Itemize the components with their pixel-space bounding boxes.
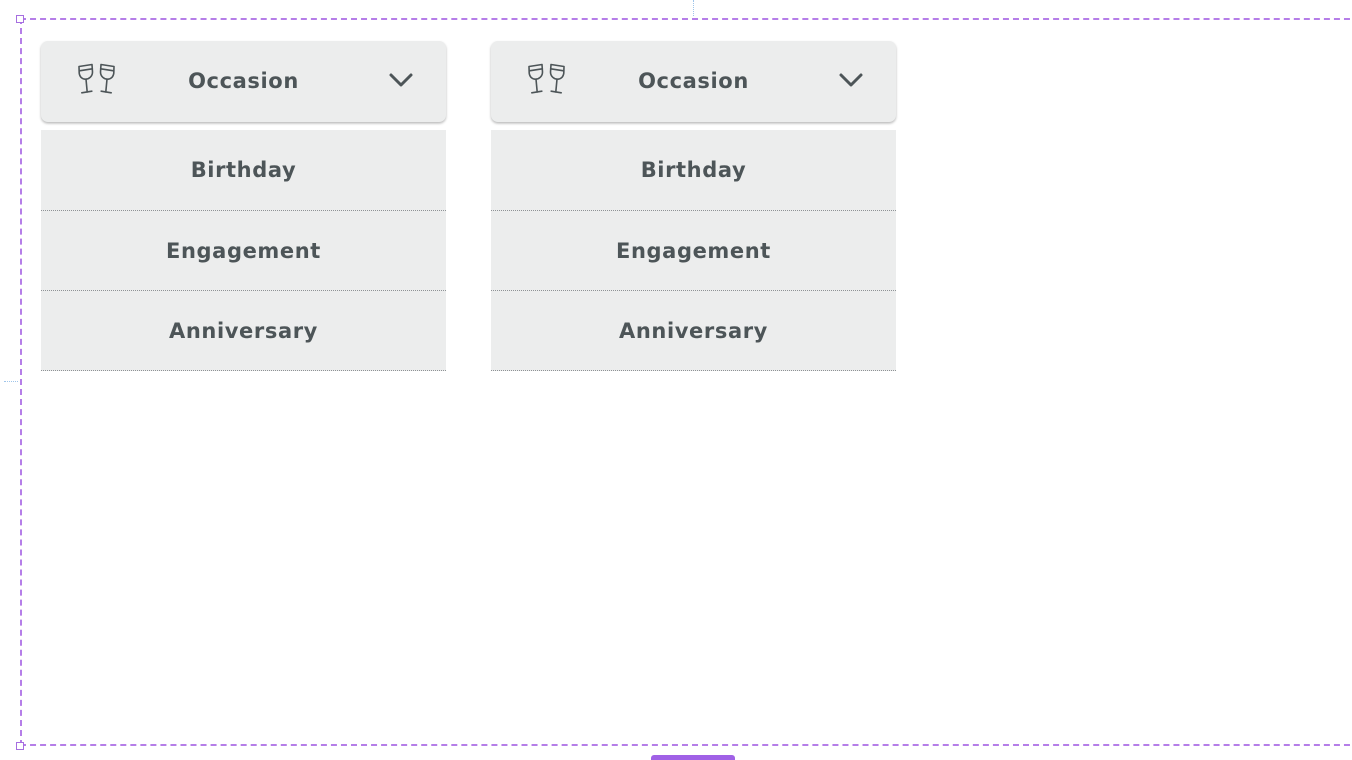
option-engagement[interactable]: Engagement bbox=[491, 211, 896, 291]
option-anniversary[interactable]: Anniversary bbox=[41, 291, 446, 371]
option-anniversary[interactable]: Anniversary bbox=[491, 291, 896, 371]
design-canvas: Occasion Birthday Engagement Anniversary bbox=[0, 0, 1352, 760]
vertical-guide-line bbox=[693, 0, 694, 16]
occasion-dropdown-header[interactable]: Occasion bbox=[41, 41, 446, 122]
occasion-dropdown-header[interactable]: Occasion bbox=[491, 41, 896, 122]
option-birthday[interactable]: Birthday bbox=[491, 130, 896, 211]
horizontal-guide-line bbox=[4, 381, 18, 382]
chevron-down-icon[interactable] bbox=[837, 70, 865, 92]
bottom-left-resize-handle[interactable] bbox=[16, 742, 24, 750]
option-birthday[interactable]: Birthday bbox=[41, 130, 446, 211]
occasion-dropdown: Occasion Birthday Engagement Anniversary bbox=[41, 41, 446, 371]
occasion-dropdown: Occasion Birthday Engagement Anniversary bbox=[491, 41, 896, 371]
top-left-resize-handle[interactable] bbox=[16, 15, 24, 23]
dropdown-options-list: Birthday Engagement Anniversary bbox=[491, 130, 896, 371]
dropdown-label: Occasion bbox=[638, 69, 749, 93]
option-engagement[interactable]: Engagement bbox=[41, 211, 446, 291]
chevron-down-icon[interactable] bbox=[387, 70, 415, 92]
dropdown-options-list: Birthday Engagement Anniversary bbox=[41, 130, 446, 371]
dropdown-label: Occasion bbox=[188, 69, 299, 93]
bottom-resize-bar[interactable] bbox=[651, 755, 735, 760]
